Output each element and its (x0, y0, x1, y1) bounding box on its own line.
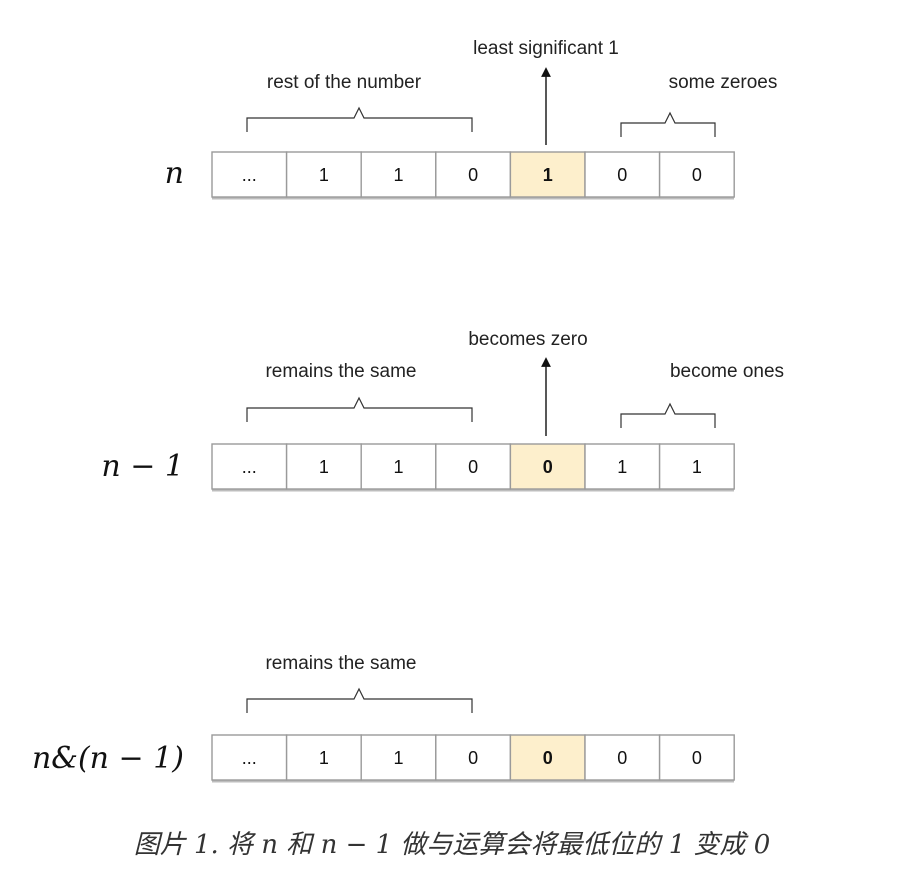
diagram-canvas: rest of the number least significant 1 s… (32, 38, 784, 860)
bit-cells: ... 1 1 0 0 0 0 (211, 734, 735, 781)
annotation-remains-the-same: remains the same (265, 361, 416, 382)
row-n: rest of the number least significant 1 s… (165, 38, 778, 200)
bit-value-highlighted: 0 (543, 748, 553, 768)
bit-value: 0 (468, 748, 478, 768)
bit-value: 0 (468, 457, 478, 477)
bit-value: 1 (692, 457, 702, 477)
row-label-n: n (165, 156, 184, 191)
bit-value: 1 (393, 748, 403, 768)
annotation-becomes-zero: becomes zero (468, 329, 587, 350)
bit-value: 1 (393, 457, 403, 477)
bit-value: 1 (393, 165, 403, 185)
bit-value: ... (242, 165, 257, 185)
bit-cells: ... 1 1 0 0 1 1 (211, 443, 735, 490)
annotation-become-ones: become ones (670, 361, 784, 382)
annotation-remains-the-same: remains the same (265, 653, 416, 674)
bit-value-highlighted: 1 (543, 165, 553, 185)
row-n-and-n-minus-1: remains the same n&(n − 1) ... 1 1 0 0 0… (32, 653, 735, 783)
bit-value: 1 (319, 165, 329, 185)
bit-value: 0 (692, 165, 702, 185)
bit-value: 0 (617, 748, 627, 768)
row-n-minus-1: remains the same becomes zero become one… (101, 329, 784, 492)
bit-value-highlighted: 0 (543, 457, 553, 477)
brace-become-ones (620, 402, 716, 428)
bit-value: ... (242, 457, 257, 477)
bit-value: 1 (617, 457, 627, 477)
bit-value: 0 (692, 748, 702, 768)
row-label-n-minus-1: n − 1 (101, 449, 184, 484)
bit-cells: ... 1 1 0 1 0 0 (211, 151, 735, 198)
brace-remains-the-same (246, 687, 473, 713)
brace-remains-the-same (246, 396, 473, 422)
bit-value: 1 (319, 457, 329, 477)
bit-value: ... (242, 748, 257, 768)
annotation-some-zeroes: some zeroes (669, 72, 778, 93)
annotation-rest-of-number: rest of the number (267, 72, 422, 93)
row-label-n-and-n-minus-1: n&(n − 1) (32, 741, 184, 776)
bit-value: 0 (617, 165, 627, 185)
annotation-least-significant-1: least significant 1 (473, 38, 619, 59)
bit-value: 0 (468, 165, 478, 185)
figure-caption: 图片 1. 将 n 和 n − 1 做与运算会将最低位的 1 变成 0 (134, 830, 771, 860)
brace-rest-of-number (246, 106, 473, 132)
bit-value: 1 (319, 748, 329, 768)
brace-some-zeroes (620, 111, 716, 137)
